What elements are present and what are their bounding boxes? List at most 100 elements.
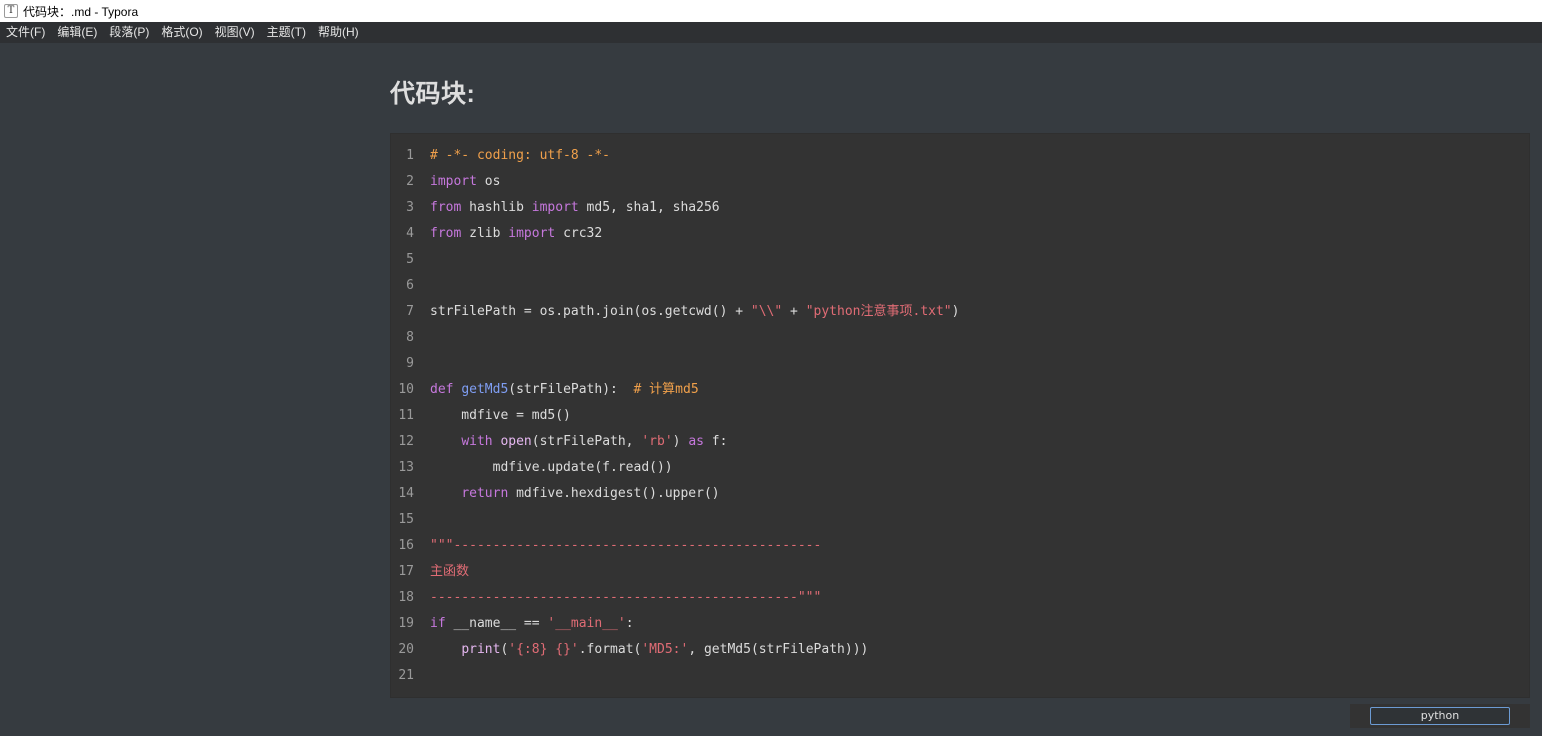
- line-number: 15: [398, 512, 414, 527]
- menu-view[interactable]: 视图(V): [209, 22, 261, 43]
- code-token: return: [461, 486, 509, 501]
- line-number: 3: [406, 200, 414, 215]
- menu-help[interactable]: 帮助(H): [312, 22, 365, 43]
- code-line[interactable]: 6: [391, 273, 1529, 299]
- code-token: mdfive.hexdigest().upper(): [508, 486, 720, 501]
- line-number: 9: [406, 356, 414, 371]
- code-token: from: [430, 200, 462, 215]
- line-number: 10: [398, 382, 414, 397]
- code-token: 'MD5:': [641, 642, 689, 657]
- code-token: mdfive = md5(): [430, 408, 571, 423]
- line-number: 8: [406, 330, 414, 345]
- line-number: 18: [398, 590, 414, 605]
- line-number: 11: [398, 408, 414, 423]
- code-language-input[interactable]: python: [1370, 707, 1510, 725]
- code-line[interactable]: 18 --------------------------------------…: [391, 585, 1529, 611]
- typora-app-icon: T: [4, 4, 18, 18]
- line-code[interactable]: ----------------------------------------…: [430, 585, 821, 611]
- line-code[interactable]: with open(strFilePath, 'rb') as f:: [430, 429, 727, 455]
- code-line[interactable]: 16 """-----------------------------------…: [391, 533, 1529, 559]
- code-token: 主函数: [430, 564, 470, 579]
- code-token: """-------------------------------------…: [430, 538, 822, 553]
- code-token: def: [430, 382, 454, 397]
- line-number: 20: [398, 642, 414, 657]
- code-line[interactable]: 3 from hashlib import md5, sha1, sha256: [391, 195, 1529, 221]
- code-line[interactable]: 20 print('{:8} {}'.format('MD5:', getMd5…: [391, 637, 1529, 663]
- line-number: 1: [406, 148, 414, 163]
- code-token: if: [430, 616, 446, 631]
- line-number: 12: [398, 434, 414, 449]
- line-code[interactable]: from hashlib import md5, sha1, sha256: [430, 195, 720, 221]
- code-token: :: [625, 616, 634, 631]
- line-number: 14: [398, 486, 414, 501]
- line-code[interactable]: from zlib import crc32: [430, 221, 602, 247]
- code-line[interactable]: 5: [391, 247, 1529, 273]
- line-code[interactable]: mdfive = md5(): [430, 403, 571, 429]
- line-number: 6: [406, 278, 414, 293]
- line-code[interactable]: # -*- coding: utf-8 -*-: [430, 143, 610, 169]
- code-line[interactable]: 14 return mdfive.hexdigest().upper(): [391, 481, 1529, 507]
- code-token: "python注意事项.txt": [805, 304, 952, 319]
- code-token: md5, sha1, sha256: [578, 200, 720, 215]
- code-line[interactable]: 11 mdfive = md5(): [391, 403, 1529, 429]
- code-token: hashlib: [461, 200, 532, 215]
- line-code[interactable]: mdfive.update(f.read()): [430, 455, 673, 481]
- code-token: import: [430, 174, 477, 189]
- code-line[interactable]: 10 def getMd5(strFilePath): # 计算md5: [391, 377, 1529, 403]
- line-number: 2: [406, 174, 414, 189]
- code-token: __name__ ==: [445, 616, 548, 631]
- menu-format[interactable]: 格式(O): [155, 22, 208, 43]
- menu-file[interactable]: 文件(F): [0, 22, 51, 43]
- code-token: 'rb': [641, 434, 673, 449]
- line-code[interactable]: import os: [430, 169, 500, 195]
- code-line[interactable]: 9: [391, 351, 1529, 377]
- code-block[interactable]: 1 # -*- coding: utf-8 -*- 2 import os 3 from …: [390, 133, 1530, 698]
- line-number: 17: [398, 564, 414, 579]
- code-line[interactable]: 7 strFilePath = os.path.join(os.getcwd() …: [391, 299, 1529, 325]
- code-token: "\\": [750, 304, 783, 319]
- code-token: print: [461, 642, 501, 657]
- code-line[interactable]: 21: [391, 663, 1529, 689]
- menu-paragraph[interactable]: 段落(P): [103, 22, 155, 43]
- code-line[interactable]: 13 mdfive.update(f.read()): [391, 455, 1529, 481]
- code-token: getMd5: [461, 382, 509, 397]
- menu-bar: 文件(F) 编辑(E) 段落(P) 格式(O) 视图(V) 主题(T) 帮助(H…: [0, 22, 1542, 43]
- code-line[interactable]: 8: [391, 325, 1529, 351]
- window-titlebar: T 代码块：.md - Typora: [0, 0, 1542, 22]
- line-code[interactable]: 主函数: [430, 559, 469, 585]
- line-number: 4: [406, 226, 414, 241]
- code-line[interactable]: 4 from zlib import crc32: [391, 221, 1529, 247]
- line-number: 19: [398, 616, 414, 631]
- code-token: mdfive.update(f.read()): [430, 460, 673, 475]
- code-token: crc32: [555, 226, 603, 241]
- code-token: import: [508, 226, 556, 241]
- code-language-panel: python: [1350, 704, 1530, 728]
- code-token: # 计算md5: [633, 382, 699, 397]
- code-line[interactable]: 2 import os: [391, 169, 1529, 195]
- code-token: (strFilePath):: [508, 382, 634, 397]
- code-line[interactable]: 17 主函数: [391, 559, 1529, 585]
- document-heading[interactable]: 代码块:: [390, 74, 475, 114]
- line-code[interactable]: strFilePath = os.path.join(os.getcwd() +…: [430, 299, 959, 325]
- code-line[interactable]: 1 # -*- coding: utf-8 -*-: [391, 143, 1529, 169]
- code-line[interactable]: 12 with open(strFilePath, 'rb') as f:: [391, 429, 1529, 455]
- code-token: # -*- coding: utf-8 -*-: [430, 148, 611, 163]
- code-token: .format(: [578, 642, 642, 657]
- code-line[interactable]: 15: [391, 507, 1529, 533]
- menu-theme[interactable]: 主题(T): [261, 22, 312, 43]
- line-code[interactable]: if __name__ == '__main__':: [430, 611, 634, 637]
- code-token: as: [688, 434, 704, 449]
- line-code[interactable]: def getMd5(strFilePath): # 计算md5: [430, 377, 699, 403]
- code-lines[interactable]: 1 # -*- coding: utf-8 -*- 2 import os 3 from …: [391, 143, 1529, 689]
- menu-edit[interactable]: 编辑(E): [51, 22, 103, 43]
- code-token: ): [672, 434, 689, 449]
- line-code[interactable]: print('{:8} {}'.format('MD5:', getMd5(st…: [430, 637, 868, 663]
- line-code[interactable]: """-------------------------------------…: [430, 533, 821, 559]
- line-number: 13: [398, 460, 414, 475]
- line-code[interactable]: return mdfive.hexdigest().upper(): [430, 481, 720, 507]
- line-number: 21: [398, 668, 414, 683]
- code-line[interactable]: 19 if __name__ == '__main__':: [391, 611, 1529, 637]
